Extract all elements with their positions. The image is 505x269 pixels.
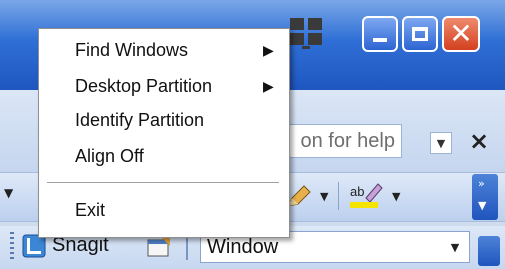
submenu-arrow-icon: ▶ xyxy=(263,78,274,94)
toolbar-grip-handle[interactable] xyxy=(10,232,14,262)
minimize-button[interactable] xyxy=(362,16,398,52)
pen-dropdown-icon[interactable]: ▼ xyxy=(320,190,328,203)
snagit-overflow-button[interactable] xyxy=(478,236,500,266)
submenu-arrow-icon: ▶ xyxy=(263,42,274,58)
menu-item-label: Align Off xyxy=(75,146,144,166)
highlight-dropdown-icon[interactable]: ▼ xyxy=(392,190,400,203)
menu-item-desktop-partition[interactable]: Desktop Partition ▶ xyxy=(39,71,289,101)
toolbar-overflow-button[interactable]: » ▼ xyxy=(472,174,498,220)
chevron-down-icon: ▼ xyxy=(436,136,446,150)
minimize-icon xyxy=(373,38,387,42)
close-button[interactable]: ✕ xyxy=(442,16,480,52)
partition-tray-icon[interactable] xyxy=(288,16,324,50)
close-icon: ✕ xyxy=(449,17,473,50)
help-close-button[interactable]: × xyxy=(462,124,496,158)
maximize-icon xyxy=(412,27,428,41)
menu-item-identify-partition[interactable]: Identify Partition xyxy=(39,105,289,135)
chevron-down-icon[interactable]: ▼ xyxy=(443,234,467,260)
help-dropdown-button[interactable]: ▼ xyxy=(430,132,452,154)
menu-item-label: Find Windows xyxy=(75,40,189,60)
context-menu: Find Windows ▶ Desktop Partition ▶ Ident… xyxy=(38,28,290,238)
overflow-chevron-icon: » xyxy=(478,177,485,190)
menu-item-exit[interactable]: Exit xyxy=(39,195,289,225)
overflow-dropdown-icon: ▼ xyxy=(478,199,487,212)
maximize-button[interactable] xyxy=(402,16,438,52)
menu-item-label: Desktop Partition xyxy=(75,76,213,96)
menu-item-label: Identify Partition xyxy=(75,110,205,130)
toolbar-left-dropdown-icon[interactable]: ▼ xyxy=(4,186,13,200)
menu-item-find-windows[interactable]: Find Windows ▶ xyxy=(39,35,289,65)
menu-separator xyxy=(47,182,279,183)
highlight-ab-icon[interactable]: ab xyxy=(348,180,384,210)
menu-item-label: Exit xyxy=(75,200,106,220)
svg-text:ab: ab xyxy=(350,184,364,199)
menu-item-align-off[interactable]: Align Off xyxy=(39,141,289,171)
toolbar-separator xyxy=(338,182,339,210)
